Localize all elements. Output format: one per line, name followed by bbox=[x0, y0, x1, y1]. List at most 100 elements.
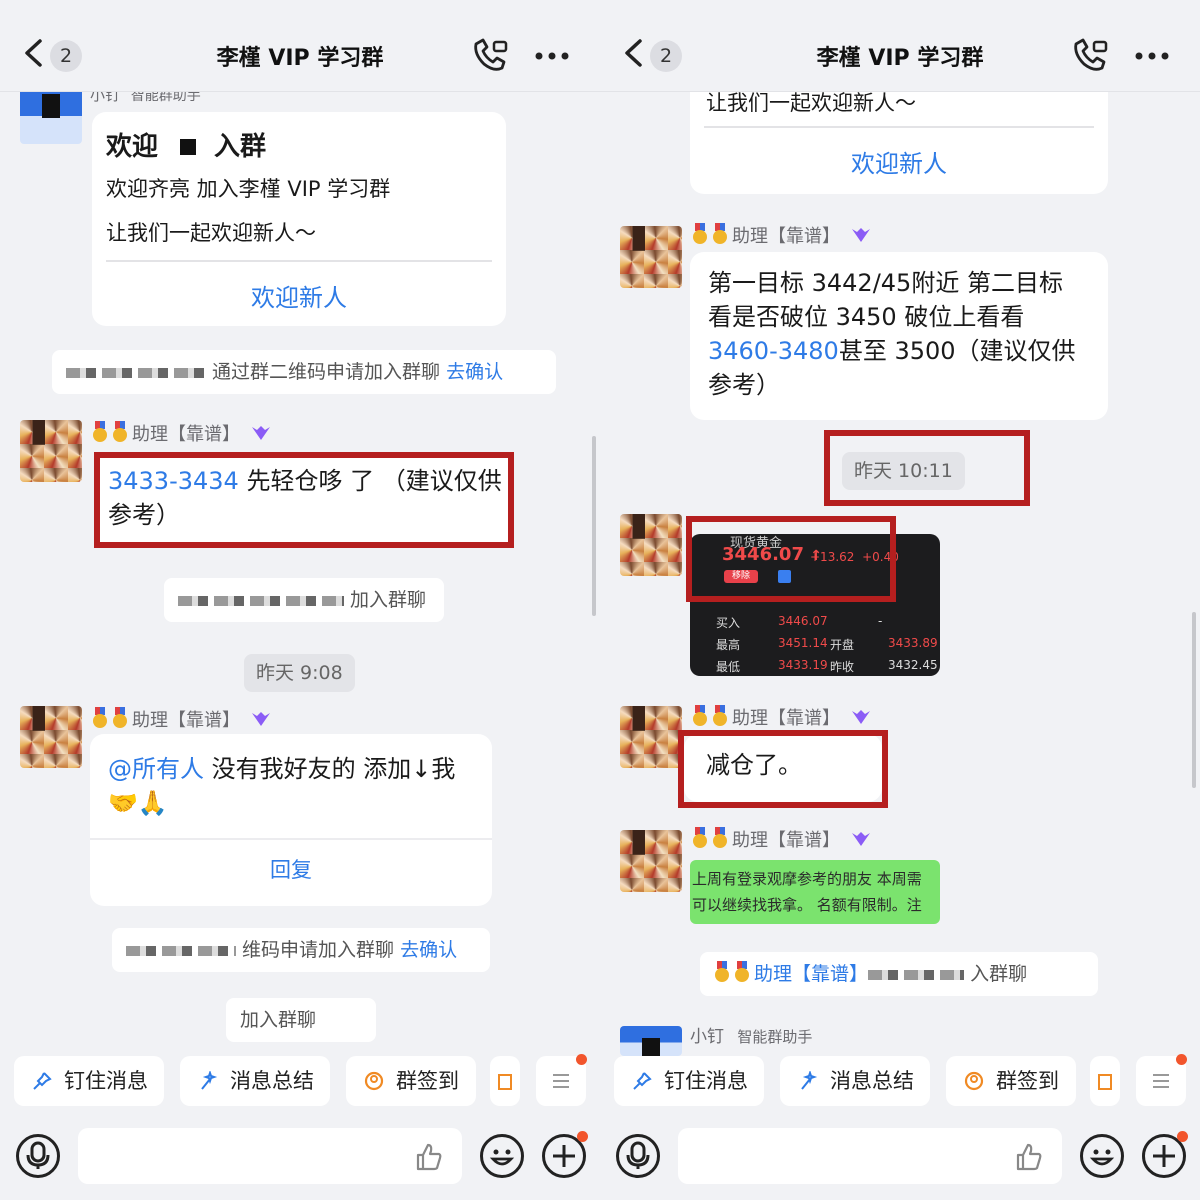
welcome-new-member-button[interactable]: 欢迎新人 bbox=[690, 144, 1108, 179]
quick-actions-bar: 钉住消息 消息总结 群签到 bbox=[600, 1054, 1200, 1106]
image-text-line-1: 上周有登录观摩参考的朋友 本周需 bbox=[692, 870, 922, 888]
chat-title[interactable]: 李槿 VIP 学习群 bbox=[600, 40, 1200, 72]
sender-name: 助理【靠谱】 bbox=[692, 704, 872, 730]
chat-title[interactable]: 李槿 VIP 学习群 bbox=[0, 40, 600, 72]
pin-message-button[interactable]: 钉住消息 bbox=[14, 1056, 164, 1106]
emoji-button[interactable] bbox=[1080, 1134, 1124, 1178]
voice-button[interactable] bbox=[616, 1134, 660, 1178]
more-actions-chip[interactable] bbox=[1090, 1056, 1120, 1106]
quote-open-value: 3433.89 bbox=[888, 636, 938, 650]
welcome-card-title: 欢迎 入群 bbox=[106, 132, 267, 162]
message-text: 第一目标 3442/45附近 第二目标 看是否破位 3450 破位上看看 346… bbox=[708, 269, 1076, 399]
pin-message-button[interactable]: 钉住消息 bbox=[614, 1056, 764, 1106]
checkin-button[interactable]: 群签到 bbox=[346, 1056, 476, 1106]
quote-low-value: 3433.19 bbox=[778, 658, 828, 672]
chat-header: 2 李槿 VIP 学习群 bbox=[0, 0, 600, 92]
quote-low-label: 最低 bbox=[716, 660, 741, 674]
notification-dot bbox=[1176, 1054, 1187, 1065]
confirm-link[interactable]: 去确认 bbox=[446, 361, 503, 383]
avatar[interactable] bbox=[620, 226, 682, 288]
image-message[interactable]: 上周有登录观摩参考的朋友 本周需 可以继续找我拿。 名额有限制。注 bbox=[690, 860, 940, 924]
plus-button[interactable] bbox=[542, 1131, 588, 1178]
welcome-new-member-button[interactable]: 欢迎新人 bbox=[92, 278, 506, 313]
chat-panel-left: 2 李槿 VIP 学习群 小钉 智能群助手 欢迎 入群 欢迎齐亮 加入李槿 VIP… bbox=[0, 0, 600, 1200]
welcome-card: 欢迎 入群 欢迎齐亮 加入李槿 VIP 学习群 让我们一起欢迎新人～ 欢迎新人 bbox=[92, 112, 506, 326]
avatar[interactable] bbox=[620, 706, 682, 768]
divider bbox=[704, 126, 1094, 128]
welcome-line-2: 让我们一起欢迎新人～ bbox=[106, 221, 316, 245]
system-join-request: 通过群二维码申请加入群聊 去确认 bbox=[52, 350, 556, 394]
image-text-line-2: 可以继续找我拿。 名额有限制。注 bbox=[692, 896, 922, 914]
plus-button[interactable] bbox=[1142, 1131, 1188, 1178]
thumbs-up-icon[interactable] bbox=[414, 1142, 444, 1172]
emoji-icon bbox=[489, 1149, 515, 1166]
avatar[interactable] bbox=[620, 830, 682, 892]
chat-header: 2 李槿 VIP 学习群 bbox=[600, 0, 1200, 92]
plus-icon bbox=[1153, 1145, 1175, 1167]
avatar[interactable] bbox=[620, 514, 682, 576]
scrollbar[interactable] bbox=[1192, 612, 1196, 788]
quote-open-label: 开盘 bbox=[830, 638, 855, 652]
more-icon[interactable] bbox=[1134, 50, 1170, 62]
input-bar bbox=[0, 1126, 600, 1186]
message-text: @所有人 没有我好友的 添加↓我🤝🙏 bbox=[108, 755, 456, 817]
system-join-notice: 加入群聊 bbox=[226, 998, 376, 1042]
scrollbar[interactable] bbox=[592, 436, 596, 616]
doc-icon bbox=[1098, 1074, 1112, 1090]
sparkle-icon bbox=[801, 1071, 818, 1090]
menu-button[interactable] bbox=[1136, 1054, 1187, 1106]
sender-name: 助理【靠谱】 bbox=[92, 420, 272, 446]
sender-name: 小钉 智能群助手 bbox=[690, 1027, 813, 1047]
summary-button[interactable]: 消息总结 bbox=[780, 1056, 930, 1106]
menu-button[interactable] bbox=[536, 1054, 587, 1106]
emoji-icon bbox=[1089, 1149, 1115, 1166]
quote-prev-label: 昨收 bbox=[830, 660, 855, 674]
emoji-button[interactable] bbox=[480, 1134, 524, 1178]
voice-button[interactable] bbox=[16, 1134, 60, 1178]
pin-icon bbox=[633, 1072, 652, 1090]
welcome-line-1: 欢迎齐亮 加入李槿 VIP 学习群 bbox=[106, 177, 391, 201]
doc-icon bbox=[498, 1074, 512, 1090]
more-icon[interactable] bbox=[534, 50, 570, 62]
avatar[interactable] bbox=[620, 1026, 682, 1056]
message-card[interactable]: @所有人 没有我好友的 添加↓我🤝🙏 回复 bbox=[90, 734, 492, 906]
system-join-request: 维码申请加入群聊 去确认 bbox=[112, 928, 490, 972]
avatar[interactable] bbox=[20, 706, 82, 768]
voice-icon bbox=[626, 1141, 650, 1169]
summary-button[interactable]: 消息总结 bbox=[180, 1056, 330, 1106]
call-icon[interactable] bbox=[470, 38, 510, 74]
call-icon[interactable] bbox=[1070, 38, 1110, 74]
notification-dot bbox=[577, 1131, 588, 1142]
system-join-notice: 助理【靠谱】 入群聊 bbox=[700, 952, 1098, 996]
input-bar bbox=[600, 1126, 1200, 1186]
highlight-box bbox=[94, 452, 514, 548]
highlight-box bbox=[824, 430, 1030, 506]
avatar[interactable] bbox=[20, 420, 82, 482]
more-actions-chip[interactable] bbox=[490, 1056, 520, 1106]
message-input[interactable] bbox=[78, 1128, 462, 1184]
message-bubble[interactable]: 第一目标 3442/45附近 第二目标 看是否破位 3450 破位上看看 346… bbox=[690, 252, 1108, 420]
quote-prev-value: 3432.45 bbox=[888, 658, 938, 672]
quote-buy-dash: - bbox=[878, 614, 883, 628]
sender-name: 助理【靠谱】 bbox=[692, 222, 872, 248]
chat-panel-right: 2 李槿 VIP 学习群 让我们一起欢迎新人～ 欢迎新人 助理【靠谱】 第一目标… bbox=[600, 0, 1200, 1200]
highlight-box bbox=[686, 516, 896, 602]
system-join-notice: 加入群聊 bbox=[164, 578, 444, 622]
quick-actions-bar: 钉住消息 消息总结 群签到 bbox=[0, 1054, 600, 1106]
highlight-box bbox=[678, 730, 888, 808]
sender-name: 助理【靠谱】 bbox=[692, 826, 872, 852]
notification-dot bbox=[576, 1054, 587, 1065]
sparkle-icon bbox=[201, 1071, 218, 1090]
thumbs-up-icon[interactable] bbox=[1014, 1142, 1044, 1172]
confirm-link[interactable]: 去确认 bbox=[400, 939, 457, 961]
reply-button[interactable]: 回复 bbox=[90, 854, 492, 884]
checkin-icon bbox=[964, 1071, 984, 1091]
menu-icon bbox=[1153, 1074, 1169, 1088]
checkin-button[interactable]: 群签到 bbox=[946, 1056, 1076, 1106]
quote-buy-label: 买入 bbox=[716, 616, 741, 630]
quote-buy-value: 3446.07 bbox=[778, 614, 828, 628]
message-input[interactable] bbox=[678, 1128, 1062, 1184]
quote-high-value: 3451.14 bbox=[778, 636, 828, 650]
divider bbox=[106, 260, 492, 262]
timestamp: 昨天 9:08 bbox=[244, 654, 355, 692]
